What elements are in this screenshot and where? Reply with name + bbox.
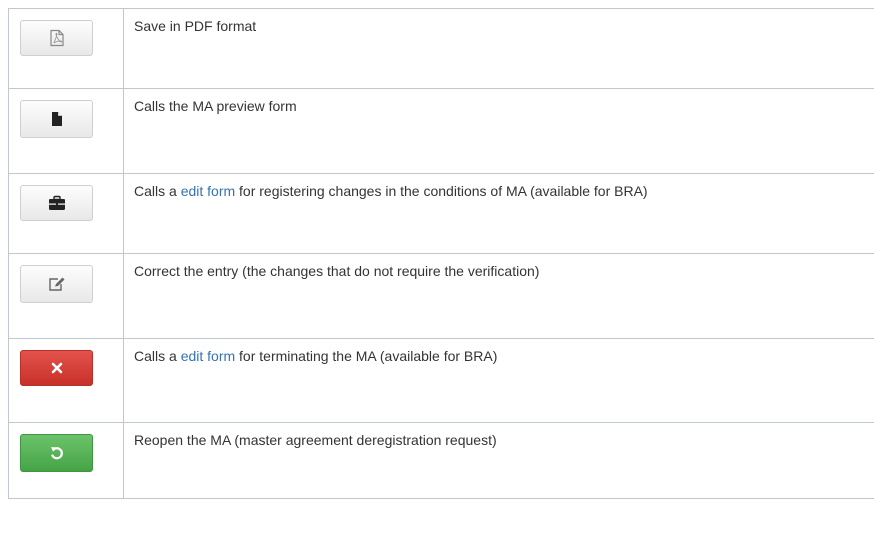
description-cell: Save in PDF format	[123, 8, 874, 89]
edit-form-link[interactable]: edit form	[181, 183, 235, 199]
row-description: Correct the entry (the changes that do n…	[134, 263, 540, 279]
edit-form-link[interactable]: edit form	[181, 348, 235, 364]
actions-table: Save in PDF format Calls the MA preview …	[8, 8, 874, 499]
table-row: Correct the entry (the changes that do n…	[8, 253, 874, 339]
icon-cell	[8, 88, 124, 174]
table-row: Save in PDF format	[8, 8, 874, 89]
row-description-prefix: Calls a	[134, 183, 181, 199]
row-description: Calls the MA preview form	[134, 98, 297, 114]
document-icon	[50, 111, 64, 127]
table-row: Calls a edit form for registering change…	[8, 173, 874, 254]
terminate-button[interactable]	[20, 350, 93, 386]
icon-cell	[8, 8, 124, 89]
table-row: Reopen the MA (master agreement deregist…	[8, 422, 874, 499]
icon-cell	[8, 338, 124, 423]
description-cell: Calls a edit form for registering change…	[123, 173, 874, 254]
description-cell: Correct the entry (the changes that do n…	[123, 253, 874, 339]
icon-cell	[8, 253, 124, 339]
briefcase-icon	[48, 195, 66, 211]
table-row: Calls the MA preview form	[8, 88, 874, 174]
reopen-button[interactable]	[20, 434, 93, 472]
register-changes-button[interactable]	[20, 185, 93, 221]
row-description: Save in PDF format	[134, 18, 257, 34]
undo-icon	[49, 445, 65, 461]
table-row: Calls a edit form for terminating the MA…	[8, 338, 874, 423]
icon-cell	[8, 422, 124, 499]
description-cell: Calls the MA preview form	[123, 88, 874, 174]
correct-entry-button[interactable]	[20, 265, 93, 303]
close-icon	[51, 362, 63, 374]
row-description: Reopen the MA (master agreement deregist…	[134, 432, 497, 448]
row-description-prefix: Calls a	[134, 348, 181, 364]
pdf-icon	[48, 29, 66, 47]
row-description-suffix: for registering changes in the condition…	[235, 183, 648, 199]
row-description-suffix: for terminating the MA (available for BR…	[235, 348, 498, 364]
preview-button[interactable]	[20, 100, 93, 138]
edit-icon	[48, 276, 66, 292]
description-cell: Reopen the MA (master agreement deregist…	[123, 422, 874, 499]
description-cell: Calls a edit form for terminating the MA…	[123, 338, 874, 423]
icon-cell	[8, 173, 124, 254]
save-pdf-button[interactable]	[20, 20, 93, 56]
